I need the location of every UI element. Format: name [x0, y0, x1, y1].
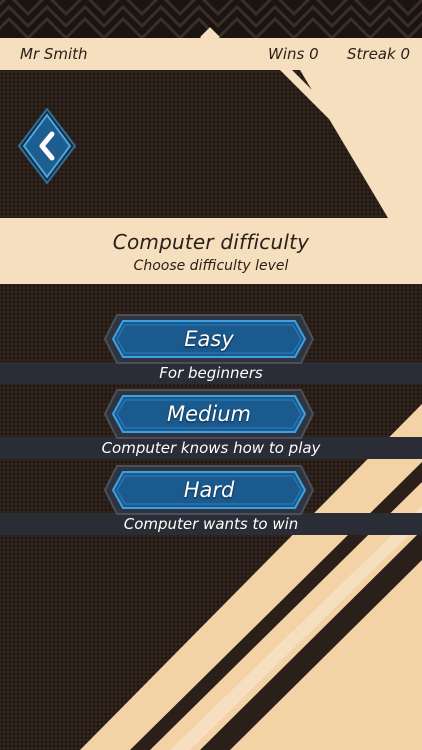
easy-description: For beginners [0, 362, 422, 384]
medium-button[interactable]: Medium [103, 388, 315, 440]
wins-counter: Wins 0 [268, 45, 319, 63]
easy-button-label: Easy [184, 327, 234, 351]
medium-description: Computer knows how to play [0, 437, 422, 459]
player-name: Mr Smith [20, 45, 88, 63]
medium-button-label: Medium [167, 402, 251, 426]
title-panel: Computer difficulty Choose difficulty le… [0, 218, 422, 284]
easy-button[interactable]: Easy [103, 313, 315, 365]
back-button[interactable] [17, 107, 77, 185]
streak-counter: Streak 0 [347, 45, 410, 63]
page-title: Computer difficulty [112, 230, 310, 254]
player-info-bar: Mr Smith Wins 0 Streak 0 [0, 38, 422, 70]
page-subtitle: Choose difficulty level [133, 258, 289, 274]
hard-description: Computer wants to win [0, 513, 422, 535]
hard-button-label: Hard [183, 478, 235, 502]
hard-button[interactable]: Hard [103, 464, 315, 516]
chevron-left-icon [17, 107, 77, 185]
